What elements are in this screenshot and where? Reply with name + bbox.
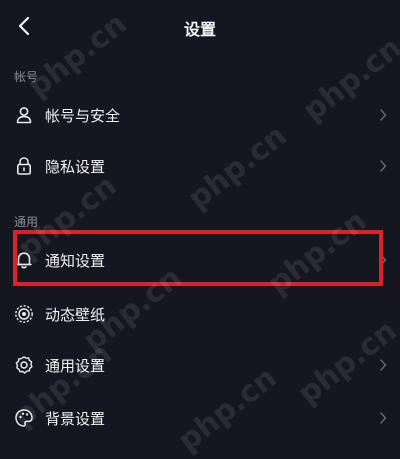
gear-icon (14, 355, 34, 375)
lock-icon (14, 156, 34, 176)
settings-item-notifications[interactable]: 通知设置 (0, 236, 400, 284)
chevron-right-icon (378, 358, 388, 372)
settings-item-label: 隐私设置 (45, 157, 106, 176)
section-label-account: 帐号 (14, 70, 39, 84)
settings-item-label: 帐号与安全 (45, 106, 121, 125)
settings-item-live-wallpaper[interactable]: 动态壁纸 (0, 290, 400, 338)
page-title: 设置 (183, 20, 216, 39)
palette-icon (14, 408, 34, 428)
settings-item-label: 背景设置 (45, 409, 106, 428)
section-label-general: 通用 (14, 215, 39, 229)
settings-item-background[interactable]: 背景设置 (0, 394, 400, 442)
settings-item-account-security[interactable]: 帐号与安全 (0, 91, 400, 139)
settings-item-general[interactable]: 通用设置 (0, 341, 400, 389)
app-header: 设置 (0, 0, 400, 56)
settings-item-label: 通用设置 (45, 356, 106, 375)
settings-item-label: 动态壁纸 (45, 305, 106, 324)
chevron-right-icon (378, 108, 388, 122)
chevron-right-icon (378, 159, 388, 173)
user-icon (14, 105, 34, 125)
wallpaper-icon (14, 304, 34, 324)
chevron-right-icon (378, 253, 388, 267)
settings-item-privacy[interactable]: 隐私设置 (0, 142, 400, 190)
bell-icon (14, 250, 34, 270)
chevron-right-icon (378, 411, 388, 425)
settings-item-label: 通知设置 (45, 251, 106, 270)
